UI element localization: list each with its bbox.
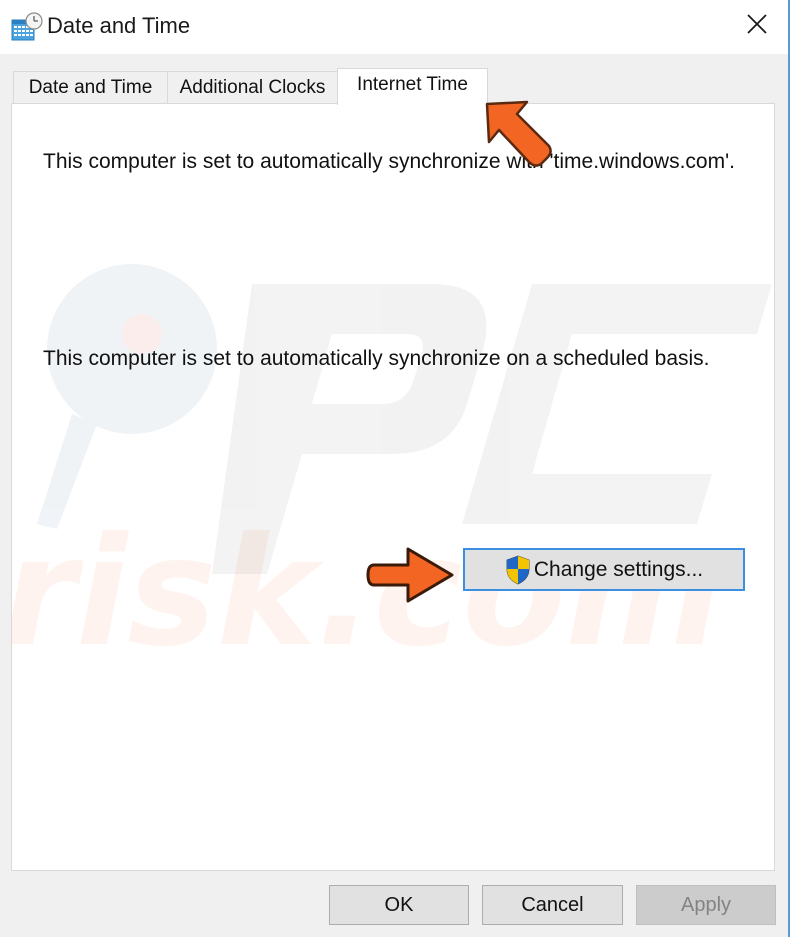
ok-button[interactable]: OK: [329, 885, 469, 925]
tab-additional-clocks[interactable]: Additional Clocks: [167, 71, 338, 104]
apply-button[interactable]: Apply: [636, 885, 776, 925]
tab-date-and-time[interactable]: Date and Time: [13, 71, 168, 104]
title-bar: Date and Time: [0, 0, 788, 54]
change-settings-button[interactable]: Change settings...: [463, 548, 745, 591]
pcrisk-watermark: risk.com: [12, 264, 772, 680]
schedule-text: This computer is set to automatically sy…: [43, 347, 710, 370]
annotation-arrow-up-icon: [485, 100, 552, 167]
change-settings-label: Change settings...: [533, 557, 704, 581]
close-icon: [747, 13, 767, 39]
cancel-button[interactable]: Cancel: [482, 885, 623, 925]
uac-shield-icon: [505, 555, 531, 585]
calendar-clock-icon: [11, 12, 43, 42]
annotation-arrow-right-icon: [366, 547, 454, 603]
date-and-time-dialog: Date and Time Date and Time Additional C…: [0, 0, 790, 937]
tab-internet-time[interactable]: Internet Time: [337, 68, 488, 105]
window-title: Date and Time: [47, 13, 191, 38]
internet-time-panel: risk.com This computer is set to automat…: [11, 103, 775, 871]
sync-server-text: This computer is set to automatically sy…: [43, 150, 735, 173]
close-button[interactable]: [735, 6, 779, 46]
